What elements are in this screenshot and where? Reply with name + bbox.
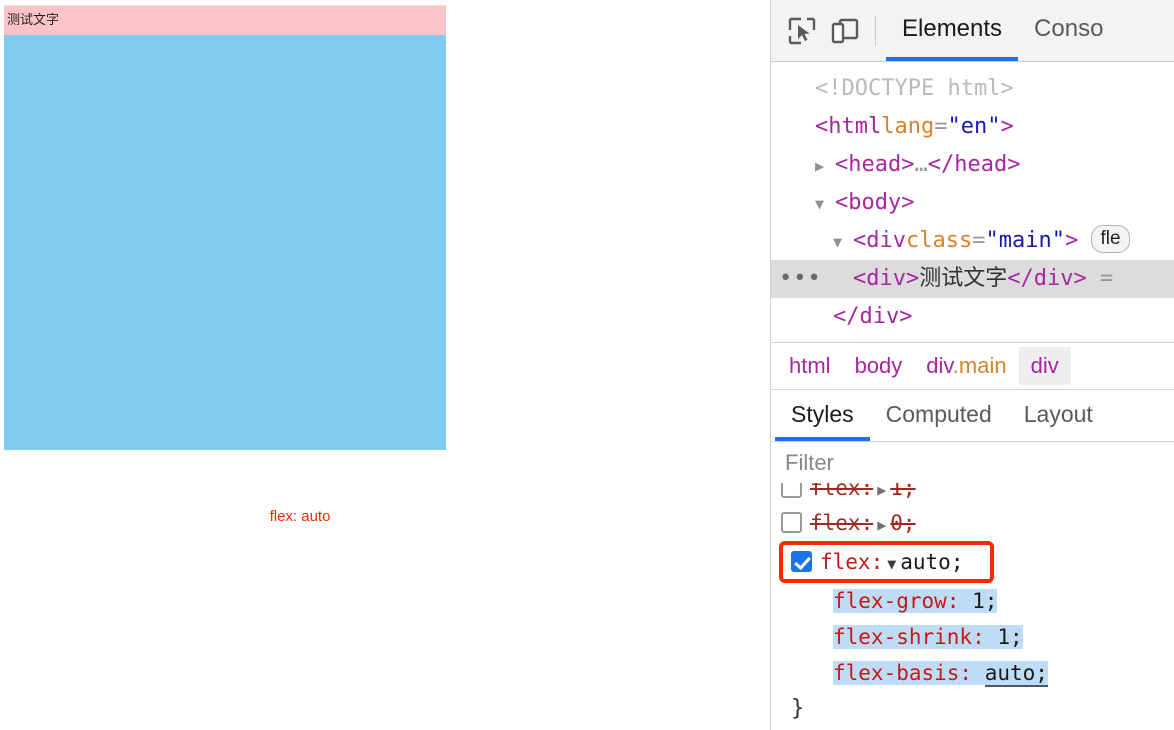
- tab-computed[interactable]: Computed: [870, 390, 1008, 441]
- styles-pane-tabs: Styles Computed Layout: [771, 389, 1174, 441]
- html-lang-attr-name: lang: [881, 114, 935, 139]
- flex-item-text: 测试文字: [4, 6, 446, 35]
- selected-node-ref: =: [1099, 266, 1114, 291]
- head-open-tag: <head>: [835, 152, 915, 177]
- declaration-checkbox-active[interactable]: [791, 551, 812, 572]
- html-lang-attr-value: "en": [947, 114, 1001, 139]
- flex-grow-value[interactable]: 1;: [972, 589, 998, 613]
- chevron-down-icon[interactable]: ▼: [883, 555, 900, 573]
- css-rule-close-brace: }: [771, 691, 1174, 726]
- declaration-property-active: flex:: [820, 550, 884, 574]
- div-main-open-tag: <div: [853, 228, 906, 253]
- flex-basis-property: flex-basis:: [833, 661, 973, 685]
- equals-sign-2: =: [972, 228, 986, 253]
- breadcrumb-div-class: .main: [952, 353, 1007, 378]
- breadcrumb-item-div-main[interactable]: div.main: [914, 347, 1018, 385]
- declaration-checkbox-2[interactable]: [781, 512, 802, 533]
- flex-basis-spacer: [972, 661, 985, 685]
- dom-tree: <!DOCTYPE html> <htmllang="en"> <head>…<…: [771, 62, 1174, 342]
- dom-row-head[interactable]: <head>…</head>: [771, 146, 1174, 184]
- head-ellipsis: …: [914, 152, 928, 177]
- dom-row-doctype[interactable]: <!DOCTYPE html>: [771, 70, 1174, 108]
- twisty-expanded-icon-body[interactable]: [815, 184, 835, 223]
- css-longhand-flex-shrink[interactable]: flex-shrink: 1;: [771, 619, 1174, 655]
- screenshot-root: 测试文字 flex: auto Elements Conso <!DOCTYPE…: [0, 0, 1174, 730]
- doctype-text: <!DOCTYPE html>: [815, 76, 1014, 101]
- device-toolbar-icon[interactable]: [823, 10, 865, 52]
- inner-div-open-tag: <div>: [853, 266, 920, 291]
- inspect-element-icon[interactable]: [781, 10, 823, 52]
- div-main-closing-tag: </div>: [833, 304, 913, 329]
- tab-layout[interactable]: Layout: [1008, 390, 1109, 441]
- more-options-icon[interactable]: •••: [779, 260, 822, 298]
- class-attr-value: "main": [985, 228, 1065, 253]
- css-longhand-flex-basis[interactable]: flex-basis: auto;: [771, 655, 1174, 691]
- toolbar-separator: [875, 15, 876, 46]
- declaration-property-2: flex:: [810, 511, 874, 535]
- equals-sign-1: =: [934, 114, 948, 139]
- flex-grow-spacer: [959, 589, 973, 613]
- rendered-page: 测试文字 flex: auto: [0, 0, 770, 730]
- css-rules-list: flex: ▶ 1; flex: ▶ 0; flex: ▼ auto; flex-grow:…: [771, 471, 1174, 730]
- html-open-tag: <html: [815, 114, 882, 139]
- flex-grow-property: flex-grow:: [833, 589, 960, 613]
- dom-row-div-main[interactable]: <divclass="main"> fle: [771, 222, 1174, 260]
- breadcrumb-item-div[interactable]: div: [1018, 347, 1071, 385]
- div-main-close-bracket: >: [1064, 228, 1079, 253]
- css-declaration-flex-auto-highlighted[interactable]: flex: ▼ auto;: [779, 541, 994, 583]
- dom-row-html[interactable]: <htmllang="en">: [771, 108, 1174, 146]
- tab-styles[interactable]: Styles: [775, 390, 870, 441]
- html-tag-close-bracket: >: [1000, 114, 1014, 139]
- dom-row-body[interactable]: <body>: [771, 184, 1174, 222]
- twisty-expanded-icon-main[interactable]: [833, 222, 853, 261]
- filter-input[interactable]: [771, 442, 1174, 483]
- body-open-tag: <body>: [835, 190, 915, 215]
- breadcrumb-item-html[interactable]: html: [777, 347, 843, 385]
- flex-shrink-value[interactable]: 1;: [997, 625, 1023, 649]
- dom-row-selected-div[interactable]: ••• <div>测试文字</div> =: [771, 260, 1174, 298]
- class-attr-name: class: [905, 228, 973, 253]
- flex-shrink-spacer: [984, 625, 998, 649]
- devtools-toolbar: Elements Conso: [771, 0, 1174, 62]
- css-longhand-flex-grow[interactable]: flex-grow: 1;: [771, 583, 1174, 619]
- flex-container: 测试文字: [4, 5, 446, 450]
- filter-bar: [771, 441, 1174, 483]
- head-close-tag: </head>: [927, 152, 1021, 177]
- flex-basis-value[interactable]: auto;: [984, 661, 1048, 687]
- chevron-right-icon-2[interactable]: ▶: [873, 516, 890, 534]
- flex-badge[interactable]: fle: [1091, 225, 1130, 253]
- chevron-right-icon-1[interactable]: ▶: [873, 481, 890, 499]
- closing-brace: }: [791, 696, 805, 721]
- twisty-collapsed-icon[interactable]: [815, 146, 835, 185]
- inner-div-text: 测试文字: [919, 266, 1008, 291]
- breadcrumb-item-body[interactable]: body: [843, 347, 915, 385]
- css-declaration-flex-0[interactable]: flex: ▶ 0;: [771, 506, 1174, 541]
- devtools-panel: Elements Conso <!DOCTYPE html> <htmllang…: [770, 0, 1174, 730]
- declaration-value-2[interactable]: 0;: [890, 511, 915, 535]
- breadcrumb-div-tag: div: [926, 353, 953, 378]
- page-caption: flex: auto: [269, 508, 331, 525]
- inner-div-close-tag: </div>: [1007, 266, 1087, 291]
- declaration-value-active[interactable]: auto;: [900, 550, 963, 574]
- breadcrumb: html body div.main div: [771, 342, 1174, 389]
- tab-console[interactable]: Conso: [1018, 0, 1119, 61]
- flex-shrink-property: flex-shrink:: [833, 625, 985, 649]
- tab-elements[interactable]: Elements: [886, 0, 1018, 61]
- dom-row-div-main-close[interactable]: </div>: [771, 298, 1174, 336]
